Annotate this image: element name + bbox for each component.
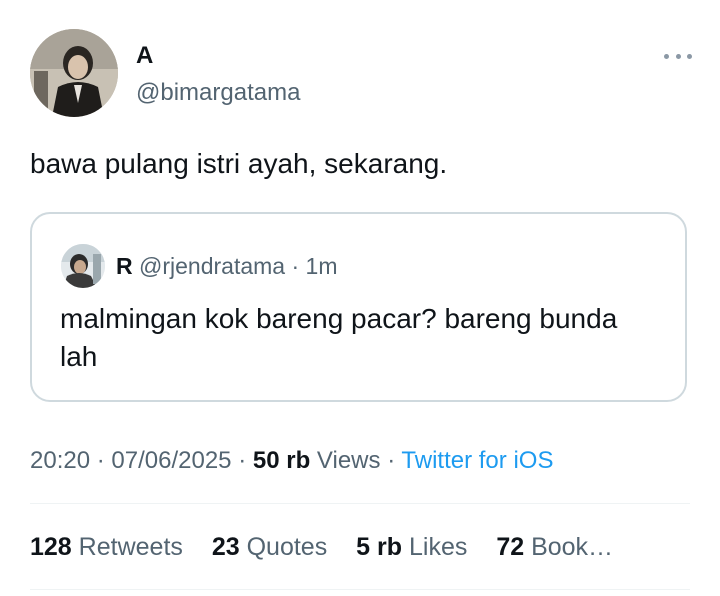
stat-bookmarks[interactable]: 72 Book… [496, 533, 613, 561]
meta-separator: · [96, 447, 105, 474]
quoted-avatar-image [61, 244, 105, 288]
stat-label: Likes [408, 533, 468, 561]
source-link[interactable]: Twitter for iOS [401, 447, 553, 474]
stat-retweets[interactable]: 128 Retweets [30, 533, 183, 561]
more-dot [687, 53, 692, 59]
stat-label: Quotes [246, 533, 328, 561]
quoted-time[interactable]: 1m [306, 253, 338, 279]
stat-count: 5 rb [356, 533, 403, 561]
quoted-author-handle[interactable]: @rjendratama [139, 253, 285, 279]
quoted-separator: · [291, 253, 300, 279]
engagement-stats: 128 Retweets 23 Quotes 5 rb Likes 72 Boo… [30, 531, 690, 563]
tweet-meta: 20:20 · 07/06/2025 · 50 rb Views · Twitt… [30, 446, 553, 476]
tweet-time[interactable]: 20:20 [30, 447, 90, 474]
author-avatar[interactable] [30, 29, 118, 117]
views-count[interactable]: 50 rb [253, 447, 310, 474]
author-avatar-image [30, 29, 118, 117]
stat-count: 23 [211, 533, 240, 561]
meta-separator: · [238, 447, 247, 474]
views-label: Views [316, 447, 381, 474]
stat-label: Retweets [78, 533, 183, 561]
stat-count: 72 [496, 533, 525, 561]
stat-count: 128 [30, 533, 72, 561]
more-dot [675, 53, 681, 59]
author-display-name[interactable]: A [136, 42, 153, 70]
author-handle[interactable]: @bimargatama [136, 78, 300, 108]
more-dot [664, 53, 669, 59]
quoted-tweet-card[interactable]: R @rjendratama · 1m malmingan kok bareng… [30, 212, 687, 402]
quoted-author-avatar[interactable] [61, 244, 105, 288]
divider [30, 503, 690, 504]
quoted-tweet-header: R @rjendratama · 1m [116, 252, 338, 280]
meta-separator: · [387, 447, 396, 474]
tweet-date[interactable]: 07/06/2025 [111, 447, 231, 474]
divider [30, 589, 690, 590]
stat-label: Book… [531, 533, 614, 561]
tweet-detail: A @bimargatama bawa pulang istri ayah, s… [0, 0, 720, 596]
quoted-author-name[interactable]: R [116, 253, 133, 279]
quoted-tweet-text: malmingan kok bareng pacar? bareng bunda… [60, 303, 618, 372]
more-horizontal-icon[interactable] [664, 46, 692, 66]
tweet-text: bawa pulang istri ayah, sekarang. [30, 148, 448, 179]
stat-quotes[interactable]: 23 Quotes [212, 533, 327, 561]
stat-likes[interactable]: 5 rb Likes [356, 533, 467, 561]
